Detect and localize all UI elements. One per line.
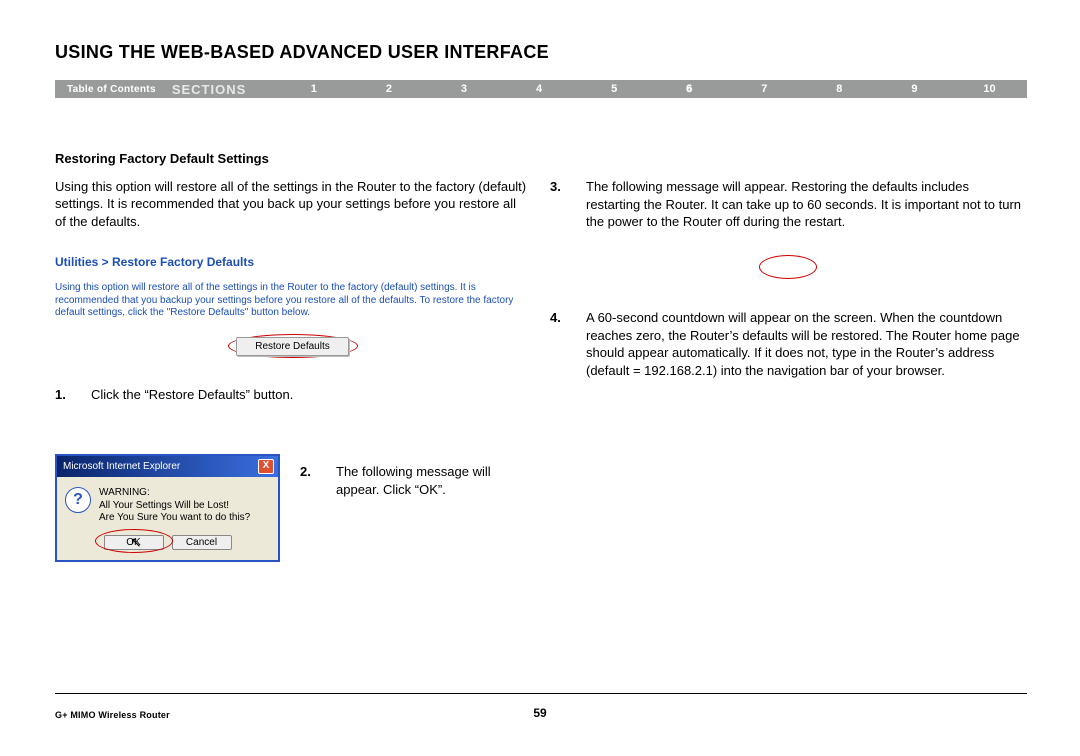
dialog-line-1: WARNING: <box>99 487 250 500</box>
dialog-line-3: Are You Sure You want to do this? <box>99 512 250 525</box>
step-3: 3. The following message will appear. Re… <box>550 178 1025 231</box>
section-link-8[interactable]: 8 <box>802 83 877 95</box>
section-link-7[interactable]: 7 <box>727 83 802 95</box>
page-title: USING THE WEB-BASED ADVANCED USER INTERF… <box>55 42 549 63</box>
question-icon: ? <box>65 487 91 513</box>
step-1: 1. Click the “Restore Defaults” button. <box>55 386 530 404</box>
close-icon[interactable]: X <box>258 459 274 474</box>
empty-highlight-area <box>550 255 1025 284</box>
blue-description: Using this option will restore all of th… <box>55 282 530 320</box>
toc-link[interactable]: Table of Contents <box>55 84 172 95</box>
step-2: 2. The following message will appear. Cl… <box>300 463 520 498</box>
step-number: 1. <box>55 386 73 404</box>
sections-label: SECTIONS <box>172 82 276 97</box>
section-link-10[interactable]: 10 <box>952 83 1027 95</box>
step-number: 4. <box>550 309 568 379</box>
step-number: 2. <box>300 463 318 498</box>
step-number: 3. <box>550 178 568 231</box>
highlight-ellipse-icon <box>759 255 817 279</box>
dialog-actions: OK Cancel <box>57 531 278 560</box>
footer-divider <box>55 693 1027 694</box>
section-link-1[interactable]: 1 <box>276 83 351 95</box>
right-column: 3. The following message will appear. Re… <box>550 178 1025 391</box>
dialog-title: Microsoft Internet Explorer <box>63 461 180 472</box>
section-link-3[interactable]: 3 <box>426 83 501 95</box>
step-text: A 60-second countdown will appear on the… <box>586 309 1025 379</box>
ie-warning-dialog: Microsoft Internet Explorer X ? WARNING:… <box>55 454 280 562</box>
restore-button-wrap: Restore Defaults <box>55 336 530 357</box>
cancel-button[interactable]: Cancel <box>172 535 232 550</box>
section-link-4[interactable]: 4 <box>502 83 577 95</box>
step-4: 4. A 60-second countdown will appear on … <box>550 309 1025 379</box>
dialog-body: ? WARNING: All Your Settings Will be Los… <box>57 477 278 531</box>
section-link-6[interactable]: 6 <box>652 83 727 95</box>
step-text: The following message will appear. Click… <box>336 463 520 498</box>
step-text: The following message will appear. Resto… <box>586 178 1025 231</box>
utilities-breadcrumb: Utilities > Restore Factory Defaults <box>55 254 530 270</box>
dialog-titlebar: Microsoft Internet Explorer X <box>57 456 278 477</box>
sub-heading: Restoring Factory Default Settings <box>55 150 530 168</box>
page-number: 59 <box>0 706 1080 720</box>
step-text: Click the “Restore Defaults” button. <box>91 386 530 404</box>
section-nav-bar: Table of Contents SECTIONS 1 2 3 4 5 6 7… <box>55 80 1027 98</box>
cursor-icon: ↖ <box>130 534 142 552</box>
section-link-5[interactable]: 5 <box>577 83 652 95</box>
dialog-line-2: All Your Settings Will be Lost! <box>99 500 250 513</box>
restore-defaults-button[interactable]: Restore Defaults <box>236 337 348 357</box>
intro-text: Using this option will restore all of th… <box>55 178 530 231</box>
section-link-9[interactable]: 9 <box>877 83 952 95</box>
section-link-2[interactable]: 2 <box>351 83 426 95</box>
left-column: Restoring Factory Default Settings Using… <box>55 150 530 416</box>
dialog-text: WARNING: All Your Settings Will be Lost!… <box>99 487 250 525</box>
